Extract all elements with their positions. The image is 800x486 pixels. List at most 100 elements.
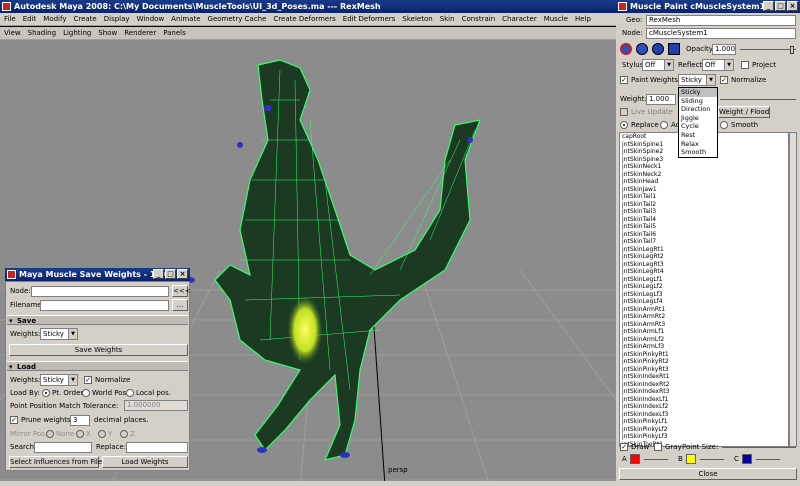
influence-item[interactable]: jntSkinPinkyRt1 (620, 351, 788, 359)
weights-option[interactable]: Direction (679, 105, 717, 114)
search-input[interactable] (34, 442, 92, 453)
load-weights-select[interactable]: Sticky ▼ (40, 374, 78, 386)
influence-item[interactable]: jntSkinTail1 (620, 193, 788, 201)
replace-input[interactable] (126, 442, 188, 453)
influence-item[interactable]: jntSkinLegLf1 (620, 276, 788, 284)
node-field[interactable]: cMuscleSystem1 (646, 28, 796, 39)
mirror-z-radio[interactable] (120, 430, 128, 438)
influence-item[interactable]: jntSkinJaw1 (620, 186, 788, 194)
influence-list-scrollbar[interactable] (789, 132, 797, 447)
dinosaur-mesh[interactable] (185, 59, 481, 461)
influence-item[interactable]: jntSkinArmLf2 (620, 336, 788, 344)
influence-item[interactable]: jntSkinPinkyRt3 (620, 366, 788, 374)
opacity-field[interactable]: 1.000 (712, 44, 736, 55)
influence-item[interactable]: jntSkinArmLf3 (620, 343, 788, 351)
close-button[interactable]: Close (619, 468, 797, 480)
brush-large-icon[interactable] (652, 43, 664, 55)
influence-item[interactable]: jntSkinLegRt2 (620, 253, 788, 261)
influence-item[interactable]: jntSkinTail3 (620, 208, 788, 216)
weight-field[interactable]: 1.000 (646, 94, 676, 105)
menu-skeleton[interactable]: Skeleton (402, 15, 432, 23)
weights-option[interactable]: Smooth (679, 148, 717, 157)
influence-item[interactable]: jntSkinArmRt3 (620, 321, 788, 329)
influence-item[interactable]: jntSkinIndexRt2 (620, 381, 788, 389)
menu-file[interactable]: File (4, 15, 16, 23)
color-a-slider[interactable] (644, 459, 668, 460)
influence-item[interactable]: jntSkinIndexLf3 (620, 411, 788, 419)
smooth-radio[interactable] (720, 121, 728, 129)
influence-item[interactable]: jntSkinNeck2 (620, 171, 788, 179)
influence-item[interactable]: jntSkinArmRt1 (620, 306, 788, 314)
minimize-icon[interactable]: _ (763, 1, 774, 11)
tolerance-field[interactable]: 1.000000 (124, 400, 188, 411)
menu-constrain[interactable]: Constrain (462, 15, 496, 23)
panel-menu-show[interactable]: Show (98, 29, 117, 37)
weights-option[interactable]: Sliding (679, 97, 717, 106)
weights-option[interactable]: Cycle (679, 122, 717, 131)
influence-item[interactable]: jntSkinPinkyRt2 (620, 358, 788, 366)
menu-help[interactable]: Help (575, 15, 591, 23)
influence-item[interactable]: jntSkinLegLf4 (620, 298, 788, 306)
influence-item[interactable]: jntSkinTail6 (620, 231, 788, 239)
save-weights-button[interactable]: Save Weights (9, 344, 188, 356)
influence-item[interactable]: jntSkinLegRt1 (620, 246, 788, 254)
panel-menu-shading[interactable]: Shading (28, 29, 56, 37)
world-pos-radio[interactable] (82, 389, 90, 397)
weights-option[interactable]: Jiggle (679, 114, 717, 123)
reflect-select[interactable]: Off ▼ (702, 59, 734, 71)
save-weights-select[interactable]: Sticky ▼ (40, 328, 78, 340)
point-size-slider[interactable] (722, 447, 796, 448)
minimize-icon[interactable]: _ (153, 269, 164, 279)
influence-item[interactable]: jntSkinPinkyLf3 (620, 433, 788, 441)
weights-option[interactable]: Rest (679, 131, 717, 140)
paint-weights-select[interactable]: Sticky ▼ (678, 74, 716, 86)
node-select-button[interactable]: <<< (172, 285, 191, 297)
influence-item[interactable]: jntSkinTail7 (620, 238, 788, 246)
influence-item[interactable]: jntSkinIndexLf1 (620, 396, 788, 404)
brush-square-icon[interactable] (668, 43, 680, 55)
project-checkbox[interactable] (741, 61, 749, 69)
weights-option[interactable]: Relax (679, 140, 717, 149)
weight-slider[interactable] (720, 99, 796, 100)
opacity-slider-handle[interactable] (790, 46, 794, 54)
normalize-checkbox[interactable]: ✓ (720, 76, 728, 84)
add-radio[interactable] (660, 121, 668, 129)
brush-medium-icon[interactable] (636, 43, 648, 55)
influence-item[interactable]: jntSkinTail4 (620, 216, 788, 224)
menu-animate[interactable]: Animate (171, 15, 200, 23)
save-section-header[interactable]: Save (7, 315, 188, 326)
menu-modify[interactable]: Modify (43, 15, 66, 23)
mirror-y-radio[interactable] (98, 430, 106, 438)
influence-item[interactable]: jntSkinLegRt3 (620, 261, 788, 269)
paint-checkbox[interactable]: ✓ (620, 76, 628, 84)
weights-option[interactable]: Sticky (679, 88, 717, 97)
influence-item[interactable]: jntSkinIndexRt1 (620, 373, 788, 381)
select-influences-button[interactable]: Select Influences from File (9, 456, 102, 468)
influence-item[interactable]: jntSkinArmLf1 (620, 328, 788, 336)
color-c-swatch[interactable] (742, 454, 752, 464)
opacity-slider[interactable] (740, 49, 796, 50)
influence-item[interactable]: jntSkinTail5 (620, 223, 788, 231)
menu-create-deformers[interactable]: Create Deformers (273, 15, 335, 23)
load-normalize-checkbox[interactable]: ✓ (84, 376, 92, 384)
mirror-x-radio[interactable] (76, 430, 84, 438)
load-weights-button[interactable]: Load Weights (102, 456, 188, 468)
draw-checkbox[interactable]: ✓ (620, 443, 628, 451)
maximize-icon[interactable]: □ (165, 269, 176, 279)
browse-button[interactable]: ... (172, 299, 188, 311)
panel-menu-lighting[interactable]: Lighting (63, 29, 91, 37)
influence-item[interactable]: jntSkinPinkyLf1 (620, 418, 788, 426)
menu-muscle[interactable]: Muscle (544, 15, 568, 23)
menu-geometry-cache[interactable]: Geometry Cache (208, 15, 267, 23)
influence-item[interactable]: jntSkinArmRt2 (620, 313, 788, 321)
menu-display[interactable]: Display (104, 15, 130, 23)
color-b-swatch[interactable] (686, 454, 696, 464)
color-a-swatch[interactable] (630, 454, 640, 464)
influence-item[interactable]: jntSkinLegLf2 (620, 283, 788, 291)
menu-edit[interactable]: Edit (23, 15, 37, 23)
influence-item[interactable]: jntSkinHead (620, 178, 788, 186)
influence-item[interactable]: jntSkinLegLf3 (620, 291, 788, 299)
influence-item[interactable]: jntSkinNeck1 (620, 163, 788, 171)
menu-character[interactable]: Character (502, 15, 537, 23)
menu-create[interactable]: Create (73, 15, 96, 23)
